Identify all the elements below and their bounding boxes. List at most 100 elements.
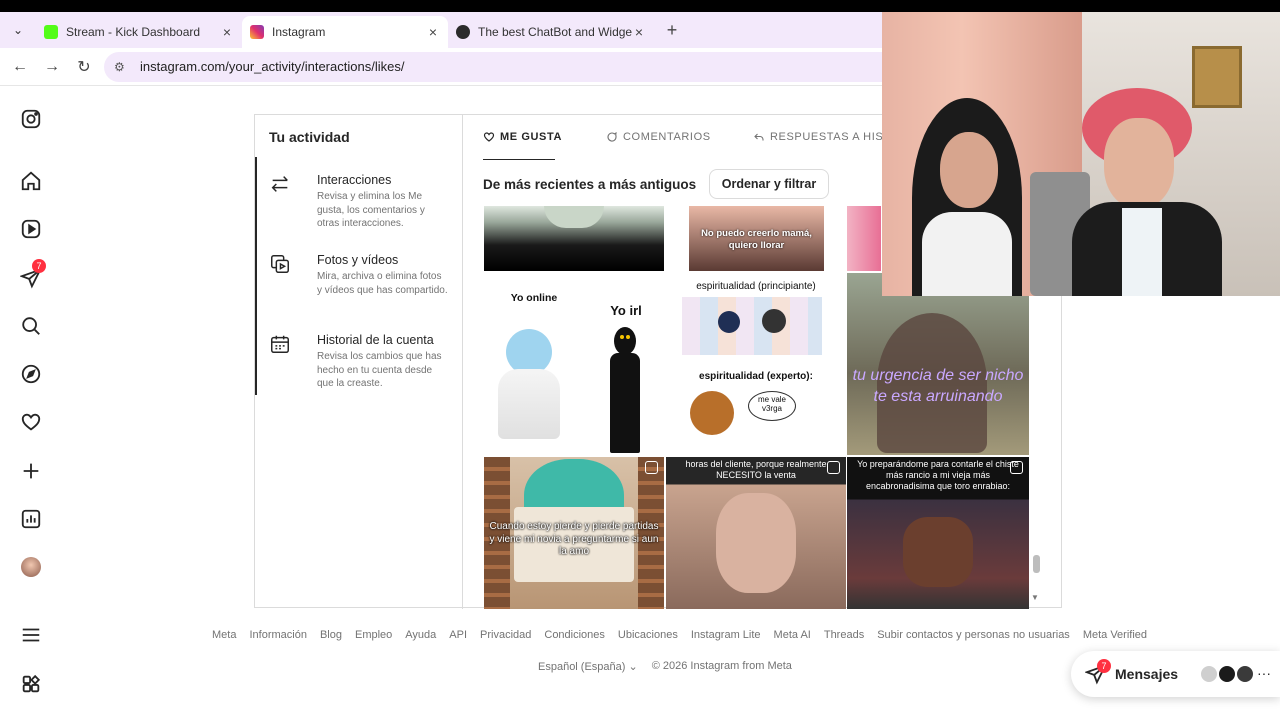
post-caption: me vale v3rga xyxy=(757,395,786,413)
tab-close-icon[interactable]: × xyxy=(632,24,646,40)
reload-icon[interactable]: ↻ xyxy=(68,51,100,83)
post-caption: Yo irl xyxy=(610,303,642,318)
liked-reel-thumbnail[interactable]: Cuando estoy pierde y pierde partidas y … xyxy=(484,457,664,609)
instagram-favicon-icon xyxy=(250,25,264,39)
footer-link[interactable]: Empleo xyxy=(355,629,392,641)
dashboard-icon[interactable] xyxy=(18,506,44,532)
post-caption: Yo online xyxy=(510,292,558,304)
tab-list-chevron-icon[interactable]: ⌄ xyxy=(0,12,36,48)
sort-filter-button[interactable]: Ordenar y filtrar xyxy=(709,169,829,199)
footer-link[interactable]: Ayuda xyxy=(405,629,436,641)
instagram-logo-icon[interactable] xyxy=(18,106,44,132)
activity-item-title: Historial de la cuenta xyxy=(317,333,434,347)
footer-link[interactable]: Condiciones xyxy=(544,629,605,641)
language-selector[interactable]: Español (España) ⌄ xyxy=(538,660,638,673)
new-tab-plus-icon[interactable]: + xyxy=(658,20,686,41)
liked-reel-thumbnail[interactable]: Yo preparándome para contarle el chiste … xyxy=(847,457,1029,609)
browser-tab-chatbot[interactable]: The best ChatBot and Widgets × xyxy=(448,16,654,48)
footer-link[interactable]: Instagram Lite xyxy=(691,629,761,641)
liked-post-thumbnail[interactable] xyxy=(484,206,664,271)
activity-item-title: Interacciones xyxy=(317,173,392,187)
post-caption: espiritualidad (principiante) xyxy=(696,281,816,292)
explore-icon[interactable] xyxy=(18,361,44,387)
liked-post-thumbnail[interactable]: espiritualidad (principiante) espiritual… xyxy=(666,273,846,455)
activity-item-account-history[interactable]: Historial de la cuenta Revisa los cambio… xyxy=(269,333,459,393)
site-settings-icon[interactable]: ⚙ xyxy=(114,60,130,74)
more-dots-icon: ··· xyxy=(1257,665,1271,681)
forward-arrow-icon[interactable]: → xyxy=(36,51,68,83)
activity-menu: Tu actividad Interacciones Revisa y elim… xyxy=(255,115,463,609)
scrollbar-thumb[interactable] xyxy=(1033,555,1040,573)
reels-icon[interactable] xyxy=(18,216,44,242)
tab-label: ME GUSTA xyxy=(500,131,563,143)
copyright: © 2026 Instagram from Meta xyxy=(651,660,792,672)
activity-item-desc: Revisa los cambios que has hecho en tu c… xyxy=(317,351,442,389)
tab-title: Instagram xyxy=(272,25,326,39)
footer-link[interactable]: API xyxy=(449,629,467,641)
tab-close-icon[interactable]: × xyxy=(426,24,440,40)
reel-icon xyxy=(645,461,658,474)
avatar xyxy=(1235,664,1255,684)
avatar xyxy=(1199,664,1219,684)
address-bar: ← → ↻ ⚙ instagram.com/your_activity/inte… xyxy=(0,48,882,86)
selected-indicator xyxy=(255,157,257,395)
activity-item-photos-videos[interactable]: Fotos y vídeos Mira, archiva o elimina f… xyxy=(269,253,459,313)
active-tab-underline xyxy=(483,159,555,160)
tab-comments[interactable]: COMENTARIOS xyxy=(606,131,711,143)
footer-link[interactable]: Privacidad xyxy=(480,629,531,641)
search-icon[interactable] xyxy=(18,313,44,339)
create-plus-icon[interactable] xyxy=(18,458,44,484)
liked-post-thumbnail[interactable]: No puedo creerlo mamá, quiero llorar xyxy=(689,206,824,271)
liked-post-thumbnail[interactable]: Yo online Yo irl xyxy=(484,273,664,455)
footer-links: Meta Información Blog Empleo Ayuda API P… xyxy=(212,629,1160,641)
footer-link[interactable]: Ubicaciones xyxy=(618,629,678,641)
apps-icon[interactable] xyxy=(18,671,44,697)
footer-link[interactable]: Meta AI xyxy=(774,629,811,641)
footer-link[interactable]: Threads xyxy=(824,629,864,641)
menu-hamburger-icon[interactable] xyxy=(18,622,44,648)
post-caption: horas del cliente, porque realmente NECE… xyxy=(685,459,827,480)
heart-icon[interactable] xyxy=(18,409,44,435)
activity-item-desc: Revisa y elimina los Me gusta, los comen… xyxy=(317,191,425,229)
profile-avatar[interactable] xyxy=(18,554,44,580)
footer-link[interactable]: Meta xyxy=(212,629,236,641)
post-caption: Cuando estoy pierde y pierde partidas y … xyxy=(489,521,659,557)
tab-label: COMENTARIOS xyxy=(623,131,711,143)
scroll-down-arrow-icon[interactable]: ▼ xyxy=(1031,593,1039,602)
tab-title: Stream - Kick Dashboard xyxy=(66,25,201,39)
avatar xyxy=(1217,664,1237,684)
heart-icon xyxy=(483,132,495,142)
activity-item-title: Fotos y vídeos xyxy=(317,253,399,267)
back-arrow-icon[interactable]: ← xyxy=(4,51,36,83)
post-caption: espiritualidad (experto): xyxy=(699,371,813,382)
footer-link[interactable]: Subir contactos y personas no usuarias xyxy=(877,629,1070,641)
messages-button[interactable]: 7 Mensajes ··· xyxy=(1071,651,1280,697)
url-text: instagram.com/your_activity/interactions… xyxy=(140,59,405,74)
liked-reel-thumbnail[interactable]: horas del cliente, porque realmente NECE… xyxy=(666,457,846,609)
browser-tab-instagram[interactable]: Instagram × xyxy=(242,16,448,48)
post-caption: No puedo creerlo mamá, quiero llorar xyxy=(701,228,812,251)
tab-likes[interactable]: ME GUSTA xyxy=(483,131,562,143)
sort-order-label: De más recientes a más antiguos xyxy=(483,177,697,192)
activity-item-interactions[interactable]: Interacciones Revisa y elimina los Me gu… xyxy=(269,173,459,233)
footer-link[interactable]: Meta Verified xyxy=(1083,629,1147,641)
reel-icon xyxy=(827,461,840,474)
reply-icon xyxy=(754,133,764,141)
url-field[interactable]: ⚙ instagram.com/your_activity/interactio… xyxy=(104,51,882,82)
top-strip xyxy=(0,0,1280,12)
chevron-down-icon: ⌄ xyxy=(628,661,638,673)
footer-link[interactable]: Blog xyxy=(320,629,342,641)
liked-post-thumbnail[interactable]: tu urgencia de ser nicho te esta arruina… xyxy=(847,273,1029,455)
liked-post-thumbnail[interactable] xyxy=(847,206,881,271)
kick-favicon-icon xyxy=(44,25,58,39)
direct-messages-icon[interactable]: 7 xyxy=(18,259,46,291)
reel-icon xyxy=(1010,461,1023,474)
tab-story-replies[interactable]: RESPUESTAS A HISTO xyxy=(753,131,900,143)
browser-tab-kick[interactable]: Stream - Kick Dashboard × xyxy=(36,16,242,48)
browser-tab-bar: ⌄ Stream - Kick Dashboard × Instagram × … xyxy=(0,12,882,48)
footer-link[interactable]: Información xyxy=(249,629,306,641)
post-caption: tu urgencia de ser nicho te esta arruina… xyxy=(852,367,1024,405)
tab-close-icon[interactable]: × xyxy=(220,24,234,40)
activity-item-desc: Mira, archiva o elimina fotos y vídeos q… xyxy=(317,271,448,296)
home-icon[interactable] xyxy=(18,168,44,194)
